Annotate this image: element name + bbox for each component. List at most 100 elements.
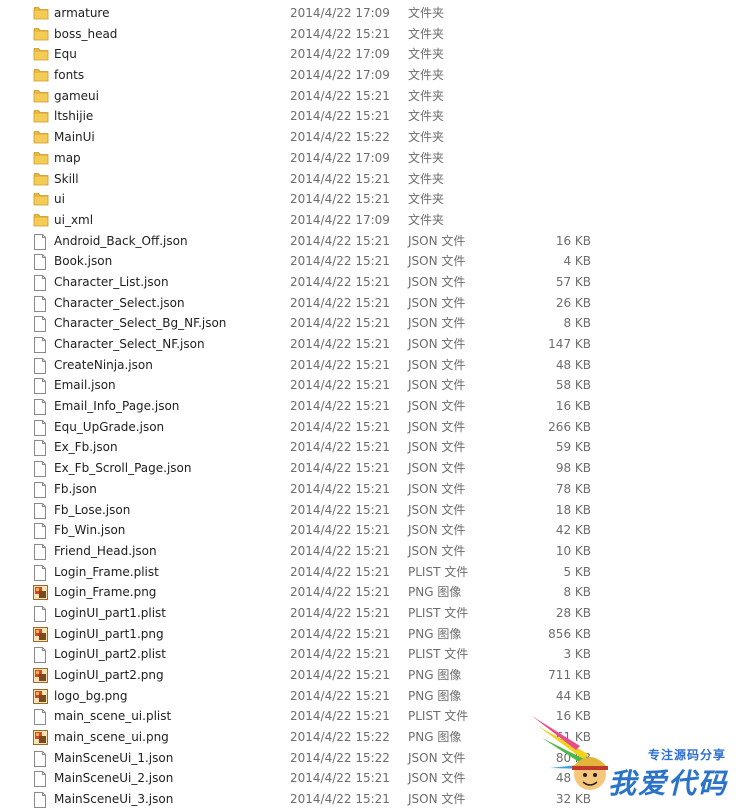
file-row[interactable]: Ex_Fb.json 2014/4/22 15:21 JSON 文件 59 KB (0, 437, 751, 458)
file-row[interactable]: LoginUI_part2.png 2014/4/22 15:21 PNG 图像 71… (0, 665, 751, 686)
file-name: fonts (54, 68, 85, 83)
file-date: 2014/4/22 15:21 (290, 461, 390, 476)
file-name: Character_Select_Bg_NF.json (54, 316, 227, 331)
file-type: JSON 文件 (408, 357, 466, 372)
file-row[interactable]: ui 2014/4/22 15:21 文件夹 (0, 189, 751, 210)
file-row[interactable]: MainSceneUi_2.json 2014/4/22 15:21 JSON 文件… (0, 768, 751, 789)
file-row[interactable]: MainUi 2014/4/22 15:22 文件夹 (0, 127, 751, 148)
file-row[interactable]: Character_Select_NF.json 2014/4/22 15:21 J… (0, 334, 751, 355)
file-name: Character_Select_NF.json (54, 337, 205, 351)
file-size: 10 KB (555, 543, 591, 558)
file-type: PLIST 文件 (408, 564, 469, 579)
document-icon (33, 417, 49, 438)
file-type: 文件夹 (408, 6, 445, 20)
file-date: 2014/4/22 15:21 (290, 88, 390, 103)
file-date: 2014/4/22 15:21 (290, 171, 390, 186)
file-row[interactable]: Fb_Lose.json 2014/4/22 15:21 JSON 文件 18 KB (0, 500, 751, 521)
file-date: 2014/4/22 15:21 (290, 688, 390, 703)
file-date: 2014/4/22 15:21 (290, 605, 390, 620)
file-row[interactable]: Character_List.json 2014/4/22 15:21 JSON 文… (0, 272, 751, 293)
file-row[interactable]: boss_head 2014/4/22 15:21 文件夹 (0, 24, 751, 45)
file-row[interactable]: Book.json 2014/4/22 15:21 JSON 文件 4 KB (0, 251, 751, 272)
file-name: Ex_Fb.json (54, 440, 118, 455)
image-icon (33, 582, 49, 603)
file-row[interactable]: logo_bg.png 2014/4/22 15:21 PNG 图像 44 KB (0, 686, 751, 707)
file-row[interactable]: Friend_Head.json 2014/4/22 15:21 JSON 文件 10… (0, 541, 751, 562)
file-size: 59 KB (555, 440, 591, 455)
file-row[interactable]: LoginUI_part2.plist 2014/4/22 15:21 PLIST … (0, 644, 751, 665)
file-row[interactable]: fonts 2014/4/22 17:09 文件夹 (0, 65, 751, 86)
file-type: JSON 文件 (408, 440, 466, 455)
file-type: JSON 文件 (408, 295, 466, 310)
folder-icon (33, 86, 49, 107)
file-row[interactable]: Character_Select_Bg_NF.json 2014/4/22 15:… (0, 313, 751, 334)
document-icon (33, 437, 49, 458)
file-size: 711 KB (548, 668, 591, 682)
file-row[interactable]: main_scene_ui.png 2014/4/22 15:22 PNG 图像 61… (0, 727, 751, 748)
folder-icon (33, 106, 49, 127)
file-name: map (54, 150, 81, 165)
file-row[interactable]: map 2014/4/22 17:09 文件夹 (0, 148, 751, 169)
file-type: 文件夹 (408, 171, 445, 186)
file-date: 2014/4/22 17:09 (290, 212, 390, 227)
folder-icon (33, 44, 49, 65)
file-type: PNG 图像 (408, 730, 462, 745)
document-icon (33, 231, 49, 252)
file-name: Login_Frame.png (54, 585, 157, 600)
file-size (540, 106, 591, 127)
file-row[interactable]: Character_Select.json 2014/4/22 15:21 JSON… (0, 293, 751, 314)
file-row[interactable]: gameui 2014/4/22 15:21 文件夹 (0, 86, 751, 107)
file-name: MainSceneUi_1.json (54, 750, 174, 765)
file-name: LoginUI_part2.plist (54, 647, 166, 662)
file-name: MainSceneUi_3.json (54, 792, 174, 807)
file-size: 98 KB (555, 461, 591, 476)
file-date: 2014/4/22 15:21 (290, 316, 390, 331)
file-type: PNG 图像 (408, 688, 462, 703)
file-row[interactable]: Equ 2014/4/22 17:09 文件夹 (0, 44, 751, 65)
file-row[interactable]: main_scene_ui.plist 2014/4/22 15:21 PLIST … (0, 706, 751, 727)
file-row[interactable]: Ex_Fb_Scroll_Page.json 2014/4/22 15:21 JSO… (0, 458, 751, 479)
file-name: ltshijie (54, 109, 94, 124)
file-row[interactable]: Equ_UpGrade.json 2014/4/22 15:21 JSON 文件 26… (0, 417, 751, 438)
file-row[interactable]: Email.json 2014/4/22 15:21 JSON 文件 58 KB (0, 375, 751, 396)
document-icon (33, 293, 49, 314)
file-row[interactable]: MainSceneUi_3.json 2014/4/22 15:21 JSON 文件… (0, 789, 751, 810)
file-type: JSON 文件 (408, 337, 466, 351)
file-date: 2014/4/22 15:21 (290, 440, 390, 455)
file-size: 5 KB (563, 564, 591, 579)
file-date: 2014/4/22 15:21 (290, 709, 390, 724)
document-icon (33, 748, 49, 769)
file-row[interactable]: ltshijie 2014/4/22 15:21 文件夹 (0, 106, 751, 127)
file-row[interactable]: MainSceneUi_1.json 2014/4/22 15:22 JSON 文件… (0, 748, 751, 769)
file-date: 2014/4/22 15:22 (290, 750, 390, 765)
file-row[interactable]: armature 2014/4/22 17:09 文件夹 (0, 3, 751, 24)
document-icon (33, 313, 49, 334)
file-type: JSON 文件 (408, 502, 466, 517)
file-name: Fb_Win.json (54, 523, 126, 538)
file-row[interactable]: Login_Frame.plist 2014/4/22 15:21 PLIST 文件… (0, 562, 751, 583)
file-type: JSON 文件 (408, 233, 466, 248)
file-row[interactable]: Fb_Win.json 2014/4/22 15:21 JSON 文件 42 KB (0, 520, 751, 541)
file-size: 78 KB (555, 481, 591, 496)
file-row[interactable]: LoginUI_part1.png 2014/4/22 15:21 PNG 图像 85… (0, 624, 751, 645)
file-row[interactable]: CreateNinja.json 2014/4/22 15:21 JSON 文件 48… (0, 355, 751, 376)
file-type: JSON 文件 (408, 254, 466, 269)
file-size (540, 65, 591, 86)
file-type: PNG 图像 (408, 626, 462, 641)
file-size (540, 24, 591, 45)
document-icon (33, 644, 49, 665)
file-row[interactable]: Android_Back_Off.json 2014/4/22 15:21 JSON… (0, 231, 751, 252)
folder-icon (33, 24, 49, 45)
file-row[interactable]: ui_xml 2014/4/22 17:09 文件夹 (0, 210, 751, 231)
file-row[interactable]: Login_Frame.png 2014/4/22 15:21 PNG 图像 8 KB (0, 582, 751, 603)
file-name: LoginUI_part1.png (54, 626, 164, 641)
file-size: 48 KB (555, 771, 591, 786)
file-type: JSON 文件 (408, 461, 466, 476)
file-row[interactable]: LoginUI_part1.plist 2014/4/22 15:21 PLIST … (0, 603, 751, 624)
document-icon (33, 706, 49, 727)
file-type: PNG 图像 (408, 668, 462, 682)
file-name: boss_head (54, 26, 118, 41)
file-row[interactable]: Skill 2014/4/22 15:21 文件夹 (0, 169, 751, 190)
file-row[interactable]: Fb.json 2014/4/22 15:21 JSON 文件 78 KB (0, 479, 751, 500)
file-row[interactable]: Email_Info_Page.json 2014/4/22 15:21 JSON … (0, 396, 751, 417)
